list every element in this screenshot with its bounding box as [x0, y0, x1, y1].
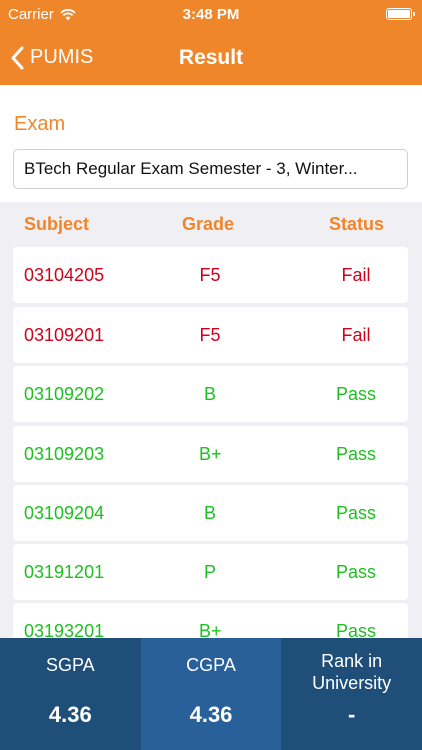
row-status: Pass	[335, 384, 377, 404]
row-grade: F5	[199, 325, 221, 345]
cgpa-label: CGPA	[186, 655, 236, 675]
row-status: Pass	[335, 444, 377, 464]
table-row[interactable]: 03191201 P Pass	[13, 544, 408, 600]
exam-selector[interactable]: BTech Regular Exam Semester - 3, Winter.…	[13, 149, 408, 189]
row-status: Pass	[335, 562, 377, 582]
sgpa-value: 4.36	[48, 702, 92, 727]
table-header: Subject Grade Status	[0, 202, 422, 246]
header-subject: Subject	[24, 214, 90, 234]
header-status: Status	[329, 214, 385, 234]
row-subject: 03193201	[24, 621, 105, 638]
rank-value: -	[348, 702, 356, 727]
summary-bar: SGPA 4.36 CGPA 4.36 Rank in University -	[0, 638, 422, 750]
page-title: Result	[178, 46, 244, 69]
row-subject: 03109204	[24, 503, 105, 523]
status-bar: Carrier 3:48 PM	[0, 0, 422, 30]
row-subject: 03109201	[24, 325, 105, 345]
sgpa-label: SGPA	[45, 655, 95, 675]
exam-panel: Exam BTech Regular Exam Semester - 3, Wi…	[0, 85, 422, 202]
result-list[interactable]: 03104205 F5 Fail 03109201 F5 Fail 031092…	[0, 246, 422, 638]
row-grade: B+	[199, 444, 222, 464]
row-status: Fail	[341, 265, 371, 285]
table-row[interactable]: 03104205 F5 Fail	[13, 247, 408, 303]
row-subject: 03109203	[24, 444, 105, 464]
row-grade: F5	[199, 265, 221, 285]
table-row[interactable]: 03109201 F5 Fail	[13, 307, 408, 363]
row-status: Fail	[341, 325, 371, 345]
table-row[interactable]: 03109202 B Pass	[13, 366, 408, 422]
navigation-bar: PUMIS Result	[0, 30, 422, 85]
exam-label: Exam	[14, 113, 66, 135]
row-grade: P	[203, 562, 216, 582]
row-subject: 03104205	[24, 265, 105, 285]
sgpa-cell: SGPA 4.36	[0, 638, 141, 750]
status-time: 3:48 PM	[182, 6, 240, 23]
rank-cell: Rank in University -	[281, 638, 422, 750]
row-subject: 03191201	[24, 562, 105, 582]
row-subject: 03109202	[24, 384, 105, 404]
row-status: Pass	[335, 621, 377, 638]
table-row[interactable]: 03109203 B+ Pass	[13, 426, 408, 482]
cgpa-value: 4.36	[189, 702, 233, 727]
table-row[interactable]: 03109204 B Pass	[13, 485, 408, 541]
rank-label: Rank in University	[312, 651, 392, 693]
row-grade: B	[203, 384, 216, 404]
battery-icon	[386, 8, 415, 20]
cgpa-cell: CGPA 4.36	[140, 638, 282, 750]
table-row[interactable]: 03193201 B+ Pass	[13, 603, 408, 638]
row-grade: B	[203, 503, 216, 523]
row-status: Pass	[335, 503, 377, 523]
row-grade: B+	[199, 621, 222, 638]
header-grade: Grade	[182, 214, 235, 234]
